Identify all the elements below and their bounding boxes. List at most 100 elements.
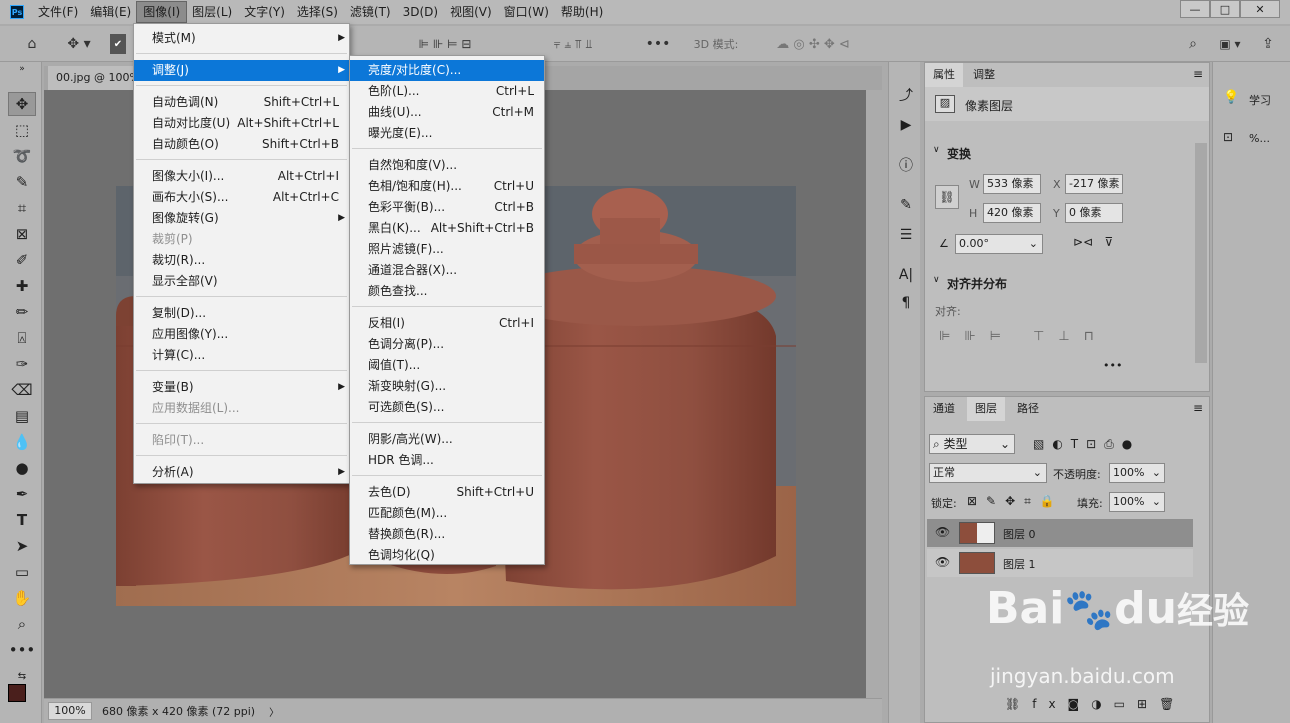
visibility-eye-icon[interactable]: 👁: [935, 525, 950, 539]
status-arrow-button[interactable]: 〉: [269, 704, 279, 719]
history-icon[interactable]: ⤴: [895, 84, 917, 106]
3d-tools-icons[interactable]: ☁ ◎ ✣ ✥ ⊲: [748, 34, 878, 54]
adjust_menu-item-9[interactable]: 照片滤镜(F)...: [350, 239, 544, 260]
libraries-label[interactable]: %...: [1249, 132, 1270, 145]
gradient-tool-icon[interactable]: ▤: [8, 404, 36, 428]
link-icon[interactable]: ⛓: [935, 185, 959, 209]
y-field[interactable]: 0 像素: [1065, 203, 1123, 223]
adjust_menu-item-13[interactable]: 反相(I) Ctrl+I: [350, 313, 544, 334]
adjust_menu-item-14[interactable]: 色调分离(P)...: [350, 334, 544, 355]
adjust_menu-item-11[interactable]: 颜色查找...: [350, 281, 544, 302]
minimize-button[interactable]: —: [1180, 0, 1210, 18]
brush-settings-icon[interactable]: ✎: [895, 194, 917, 216]
marquee-tool-icon[interactable]: ⬚: [8, 118, 36, 142]
lightbulb-icon[interactable]: 💡: [1223, 90, 1239, 105]
zoom-level-field[interactable]: 100%: [48, 702, 92, 720]
dodge-tool-icon[interactable]: ●: [8, 456, 36, 480]
adjust_menu-item-24[interactable]: 替换颜色(R)...: [350, 524, 544, 545]
menu-10[interactable]: 帮助(H): [555, 2, 609, 22]
layer-bottom-icons[interactable]: ⛓fx◙◑▭⊞🗑: [1005, 697, 1186, 711]
adjust_menu-item-0[interactable]: 亮度/对比度(C)...: [350, 60, 544, 81]
menu-4[interactable]: 文字(Y): [238, 2, 291, 22]
hand-tool-icon[interactable]: ✋: [8, 586, 36, 610]
more-options-icon[interactable]: •••: [646, 34, 671, 54]
actions-play-icon[interactable]: ▶: [895, 114, 917, 136]
adjust_menu-item-25[interactable]: 色调均化(Q): [350, 545, 544, 566]
move-tool-preset-icon[interactable]: ✥ ▾: [60, 34, 98, 54]
panel-menu-icon[interactable]: ≡: [1193, 401, 1203, 415]
chevron-down-icon[interactable]: ∨: [933, 275, 940, 285]
image_menu-item-9[interactable]: 画布大小(S)... Alt+Ctrl+C: [134, 187, 349, 208]
width-field[interactable]: 533 像素: [983, 174, 1041, 194]
fill-field[interactable]: 100% ⌄: [1109, 492, 1165, 512]
adjust_menu-item-16[interactable]: 渐变映射(G)...: [350, 376, 544, 397]
image_menu-item-13[interactable]: 显示全部(V): [134, 271, 349, 292]
image_menu-item-19[interactable]: 变量(B) ▶: [134, 377, 349, 398]
image_menu-item-16[interactable]: 应用图像(Y)...: [134, 324, 349, 345]
blur-tool-icon[interactable]: 💧: [8, 430, 36, 454]
image_menu-item-8[interactable]: 图像大小(I)... Alt+Ctrl+I: [134, 166, 349, 187]
character-icon[interactable]: A|: [895, 264, 917, 286]
adjust_menu-item-5[interactable]: 自然饱和度(V)...: [350, 155, 544, 176]
document-tab[interactable]: 00.jpg @ 100%: [48, 66, 136, 90]
menu-7[interactable]: 3D(D): [397, 2, 444, 22]
opacity-field[interactable]: 100% ⌄: [1109, 463, 1165, 483]
maximize-button[interactable]: □: [1210, 0, 1240, 18]
menu-0[interactable]: 文件(F): [32, 2, 84, 22]
panel-menu-icon[interactable]: ≡: [1193, 67, 1203, 81]
learn-label[interactable]: 学习: [1249, 92, 1271, 108]
adjust_menu-item-23[interactable]: 匹配颜色(M)...: [350, 503, 544, 524]
chevron-down-icon[interactable]: ∨: [933, 145, 940, 155]
image_menu-item-0[interactable]: 模式(M) ▶: [134, 28, 349, 49]
properties-scrollbar[interactable]: [1195, 143, 1207, 363]
layer-row-1[interactable]: 👁 图层 1: [927, 549, 1193, 577]
image_menu-item-6[interactable]: 自动颜色(O) Shift+Ctrl+B: [134, 134, 349, 155]
foreground-color-swatch[interactable]: [8, 684, 26, 702]
image_menu-item-11[interactable]: 裁剪(P): [134, 229, 349, 250]
menu-5[interactable]: 选择(S): [291, 2, 344, 22]
search-icon[interactable]: ⌕: [1184, 34, 1202, 54]
tab-channels[interactable]: 通道: [925, 397, 963, 421]
adjust_menu-item-19[interactable]: 阴影/高光(W)...: [350, 429, 544, 450]
tab-adjustments[interactable]: 调整: [965, 63, 1003, 87]
adjust_menu-item-2[interactable]: 曲线(U)... Ctrl+M: [350, 102, 544, 123]
image_menu-item-15[interactable]: 复制(D)...: [134, 303, 349, 324]
image_menu-item-17[interactable]: 计算(C)...: [134, 345, 349, 366]
tab-properties[interactable]: 属性: [925, 63, 963, 87]
align-icons[interactable]: ⊫ ⊪ ⊨ ⊟: [390, 34, 500, 54]
image_menu-item-12[interactable]: 裁切(R)...: [134, 250, 349, 271]
menu-6[interactable]: 滤镜(T): [344, 2, 397, 22]
stamp-tool-icon[interactable]: ⍓: [8, 326, 36, 350]
image_menu-item-2[interactable]: 调整(J) ▶: [134, 60, 349, 81]
adjust_menu-item-7[interactable]: 色彩平衡(B)... Ctrl+B: [350, 197, 544, 218]
pen-tool-icon[interactable]: ✒: [8, 482, 36, 506]
menu-9[interactable]: 窗口(W): [498, 2, 555, 22]
filter-type-icons[interactable]: ▧◐T⊡⎙●: [1033, 437, 1140, 452]
flip-icons[interactable]: ⊳⊲ ⊽: [1073, 235, 1113, 249]
lasso-tool-icon[interactable]: ➰: [8, 144, 36, 168]
align-buttons[interactable]: ⊫⊪⊨ ⊤⊥⊓: [939, 329, 1108, 344]
layer-filter-select[interactable]: ⌕ 类型 ⌄: [929, 434, 1015, 454]
height-field[interactable]: 420 像素: [983, 203, 1041, 223]
home-icon[interactable]: ⌂: [20, 34, 44, 54]
edit-toolbar-icon[interactable]: •••: [8, 638, 36, 662]
image_menu-item-22[interactable]: 陷印(T)...: [134, 430, 349, 451]
share-icon[interactable]: ⇪: [1258, 34, 1278, 54]
more-icon[interactable]: •••: [1103, 359, 1122, 372]
eraser-tool-icon[interactable]: ⌫: [8, 378, 36, 402]
image_menu-item-4[interactable]: 自动色调(N) Shift+Ctrl+L: [134, 92, 349, 113]
path-select-icon[interactable]: ➤: [8, 534, 36, 558]
image_menu-item-5[interactable]: 自动对比度(U) Alt+Shift+Ctrl+L: [134, 113, 349, 134]
tab-layers[interactable]: 图层: [967, 397, 1005, 421]
healing-brush-icon[interactable]: ✚: [8, 274, 36, 298]
menu-2[interactable]: 图像(I): [136, 1, 188, 23]
adjust_menu-item-3[interactable]: 曝光度(E)...: [350, 123, 544, 144]
adjust_menu-item-6[interactable]: 色相/饱和度(H)... Ctrl+U: [350, 176, 544, 197]
image_menu-item-20[interactable]: 应用数据组(L)...: [134, 398, 349, 419]
rectangle-tool-icon[interactable]: ▭: [8, 560, 36, 584]
image_menu-item-24[interactable]: 分析(A) ▶: [134, 462, 349, 483]
move-tool-icon[interactable]: ✥: [8, 92, 36, 116]
adjust_menu-item-1[interactable]: 色阶(L)... Ctrl+L: [350, 81, 544, 102]
x-field[interactable]: -217 像素: [1065, 174, 1123, 194]
menu-3[interactable]: 图层(L): [186, 2, 238, 22]
